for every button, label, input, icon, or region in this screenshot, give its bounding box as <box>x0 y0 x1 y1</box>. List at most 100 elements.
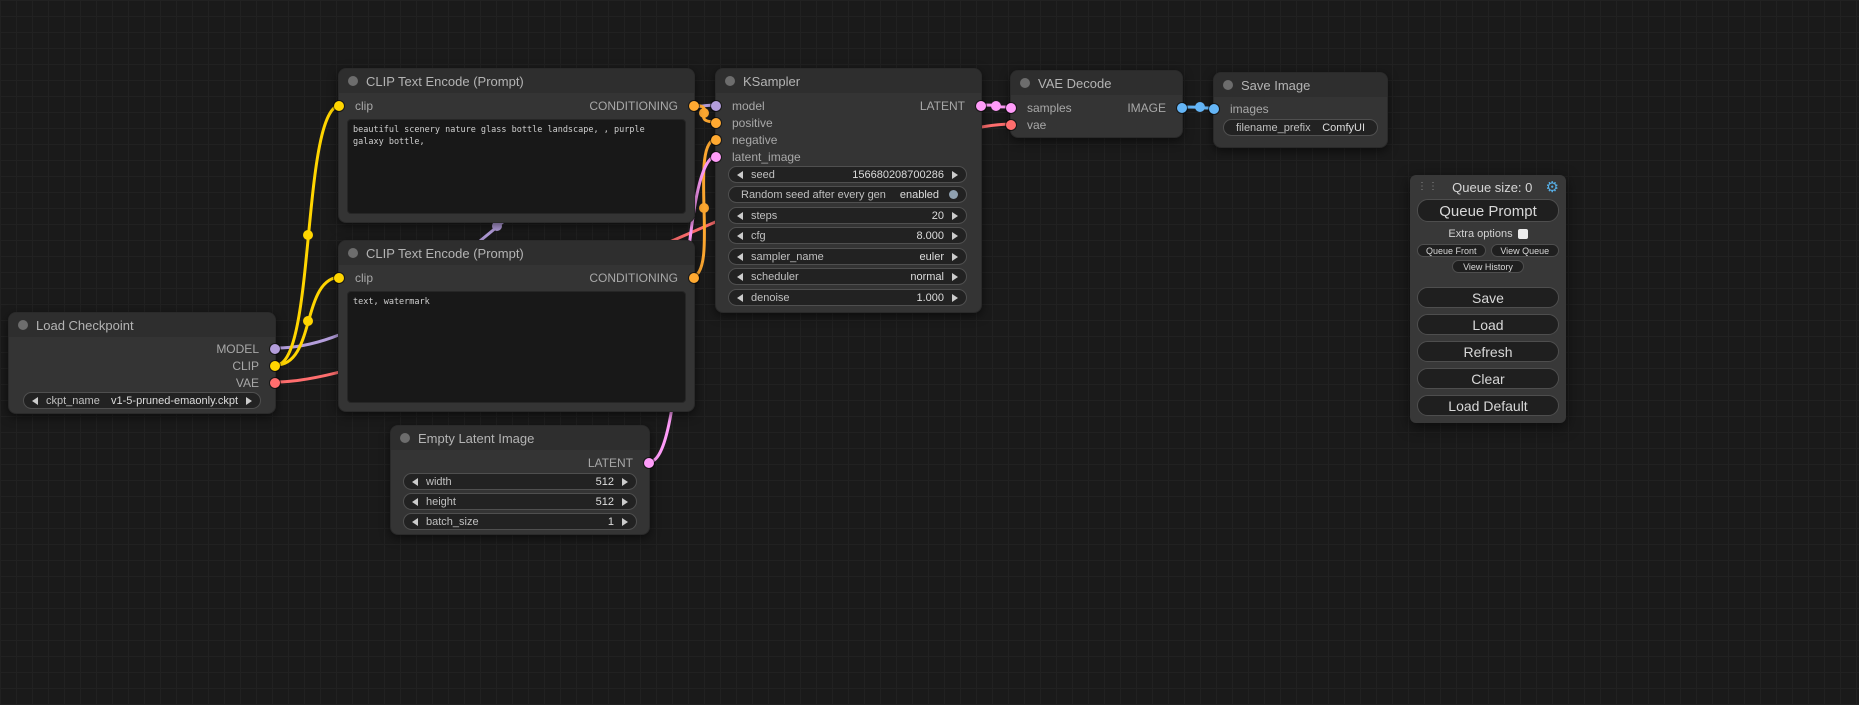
decrement-arrow-icon[interactable] <box>737 232 743 240</box>
decrement-arrow-icon[interactable] <box>737 171 743 179</box>
increment-arrow-icon[interactable] <box>952 232 958 240</box>
node-title: CLIP Text Encode (Prompt) <box>366 246 524 261</box>
widget-steps[interactable]: steps 20 <box>728 207 967 224</box>
widget-label: batch_size <box>426 516 479 528</box>
save-button[interactable]: Save <box>1417 287 1559 308</box>
widget-value: 156680208700286 <box>852 169 944 181</box>
increment-arrow-icon[interactable] <box>952 273 958 281</box>
output-port-conditioning[interactable] <box>689 273 699 283</box>
node-title-bar[interactable]: Empty Latent Image <box>391 426 649 450</box>
node-title-bar[interactable]: Load Checkpoint <box>9 313 275 337</box>
node-collapse-dot[interactable] <box>348 76 358 86</box>
node-save-image[interactable]: Save Image images filename_prefix ComfyU… <box>1213 72 1388 148</box>
extra-options-checkbox[interactable] <box>1518 229 1528 239</box>
decrement-arrow-icon[interactable] <box>737 212 743 220</box>
widget-height[interactable]: height 512 <box>403 493 637 510</box>
node-clip-text-encode-positive[interactable]: CLIP Text Encode (Prompt) clip CONDITION… <box>338 68 695 223</box>
prompt-text-area[interactable]: beautiful scenery nature glass bottle la… <box>347 119 686 214</box>
view-queue-button[interactable]: View Queue <box>1491 244 1560 257</box>
output-port-conditioning[interactable] <box>689 101 699 111</box>
increment-arrow-icon[interactable] <box>952 294 958 302</box>
graph-canvas[interactable]: Load Checkpoint MODEL CLIP VAE ckpt_name… <box>0 0 1859 705</box>
queue-front-button[interactable]: Queue Front <box>1417 244 1486 257</box>
load-default-button[interactable]: Load Default <box>1417 395 1559 416</box>
widget-sampler-name[interactable]: sampler_name euler <box>728 248 967 265</box>
output-label: CONDITIONING <box>589 99 678 113</box>
widget-seed[interactable]: seed 156680208700286 <box>728 166 967 183</box>
widget-value: 512 <box>596 496 614 508</box>
drag-handle-icon[interactable]: ⋮⋮ <box>1417 182 1439 192</box>
widget-label: ckpt_name <box>46 395 100 407</box>
node-collapse-dot[interactable] <box>1020 78 1030 88</box>
output-label: CONDITIONING <box>589 271 678 285</box>
node-collapse-dot[interactable] <box>725 76 735 86</box>
input-port-positive[interactable] <box>711 118 721 128</box>
toggle-knob[interactable] <box>949 190 958 199</box>
node-title-bar[interactable]: VAE Decode <box>1011 71 1182 95</box>
output-port-clip[interactable] <box>270 361 280 371</box>
node-title: CLIP Text Encode (Prompt) <box>366 74 524 89</box>
widget-label: seed <box>751 169 775 181</box>
input-port-negative[interactable] <box>711 135 721 145</box>
increment-arrow-icon[interactable] <box>952 171 958 179</box>
node-empty-latent-image[interactable]: Empty Latent Image LATENT width 512 heig… <box>390 425 650 535</box>
node-clip-text-encode-negative[interactable]: CLIP Text Encode (Prompt) clip CONDITION… <box>338 240 695 412</box>
node-collapse-dot[interactable] <box>1223 80 1233 90</box>
widget-batch-size[interactable]: batch_size 1 <box>403 513 637 530</box>
prompt-text-area[interactable]: text, watermark <box>347 291 686 403</box>
increment-arrow-icon[interactable] <box>952 212 958 220</box>
node-collapse-dot[interactable] <box>18 320 28 330</box>
output-port-image[interactable] <box>1177 103 1187 113</box>
widget-filename-prefix[interactable]: filename_prefix ComfyUI <box>1223 119 1378 136</box>
widget-width[interactable]: width 512 <box>403 473 637 490</box>
node-title-bar[interactable]: CLIP Text Encode (Prompt) <box>339 69 694 93</box>
decrement-arrow-icon[interactable] <box>737 273 743 281</box>
input-label: images <box>1230 102 1269 116</box>
output-port-model[interactable] <box>270 344 280 354</box>
node-collapse-dot[interactable] <box>400 433 410 443</box>
decrement-arrow-icon[interactable] <box>737 294 743 302</box>
widget-value: ComfyUI <box>1322 122 1365 134</box>
increment-arrow-icon[interactable] <box>952 253 958 261</box>
input-slot-images: images <box>1214 101 1387 117</box>
widget-scheduler[interactable]: scheduler normal <box>728 268 967 285</box>
input-port-images[interactable] <box>1209 104 1219 114</box>
load-button[interactable]: Load <box>1417 314 1559 335</box>
decrement-arrow-icon[interactable] <box>412 478 418 486</box>
view-history-button[interactable]: View History <box>1452 260 1524 273</box>
input-slot-vae: vae <box>1011 117 1182 133</box>
increment-arrow-icon[interactable] <box>246 397 252 405</box>
input-port-vae[interactable] <box>1006 120 1016 130</box>
increment-arrow-icon[interactable] <box>622 478 628 486</box>
node-title-bar[interactable]: CLIP Text Encode (Prompt) <box>339 241 694 265</box>
decrement-arrow-icon[interactable] <box>32 397 38 405</box>
widget-ckpt-name[interactable]: ckpt_name v1-5-pruned-emaonly.ckpt <box>23 392 261 409</box>
refresh-button[interactable]: Refresh <box>1417 341 1559 362</box>
clear-button[interactable]: Clear <box>1417 368 1559 389</box>
widget-random-seed-toggle[interactable]: Random seed after every gen enabled <box>728 186 967 203</box>
link-dot-image <box>1195 102 1205 112</box>
decrement-arrow-icon[interactable] <box>412 518 418 526</box>
queue-prompt-button[interactable]: Queue Prompt <box>1417 199 1559 222</box>
output-port-latent[interactable] <box>976 101 986 111</box>
node-title-bar[interactable]: Save Image <box>1214 73 1387 97</box>
node-load-checkpoint[interactable]: Load Checkpoint MODEL CLIP VAE ckpt_name… <box>8 312 276 414</box>
settings-gear-icon[interactable]: ⚙ <box>1546 180 1559 195</box>
input-port-latent-image[interactable] <box>711 152 721 162</box>
decrement-arrow-icon[interactable] <box>737 253 743 261</box>
widget-cfg[interactable]: cfg 8.000 <box>728 227 967 244</box>
node-ksampler[interactable]: KSampler model positive negative latent_… <box>715 68 982 313</box>
queue-buttons-row: Queue Front View Queue <box>1417 244 1559 257</box>
output-port-vae[interactable] <box>270 378 280 388</box>
node-collapse-dot[interactable] <box>348 248 358 258</box>
increment-arrow-icon[interactable] <box>622 518 628 526</box>
decrement-arrow-icon[interactable] <box>412 498 418 506</box>
output-slot-latent: LATENT <box>716 98 981 114</box>
widget-denoise[interactable]: denoise 1.000 <box>728 289 967 306</box>
node-title-bar[interactable]: KSampler <box>716 69 981 93</box>
node-vae-decode[interactable]: VAE Decode samples IMAGE vae <box>1010 70 1183 138</box>
widget-value: euler <box>920 251 944 263</box>
increment-arrow-icon[interactable] <box>622 498 628 506</box>
output-port-latent[interactable] <box>644 458 654 468</box>
output-slot-conditioning: CONDITIONING <box>339 270 694 286</box>
